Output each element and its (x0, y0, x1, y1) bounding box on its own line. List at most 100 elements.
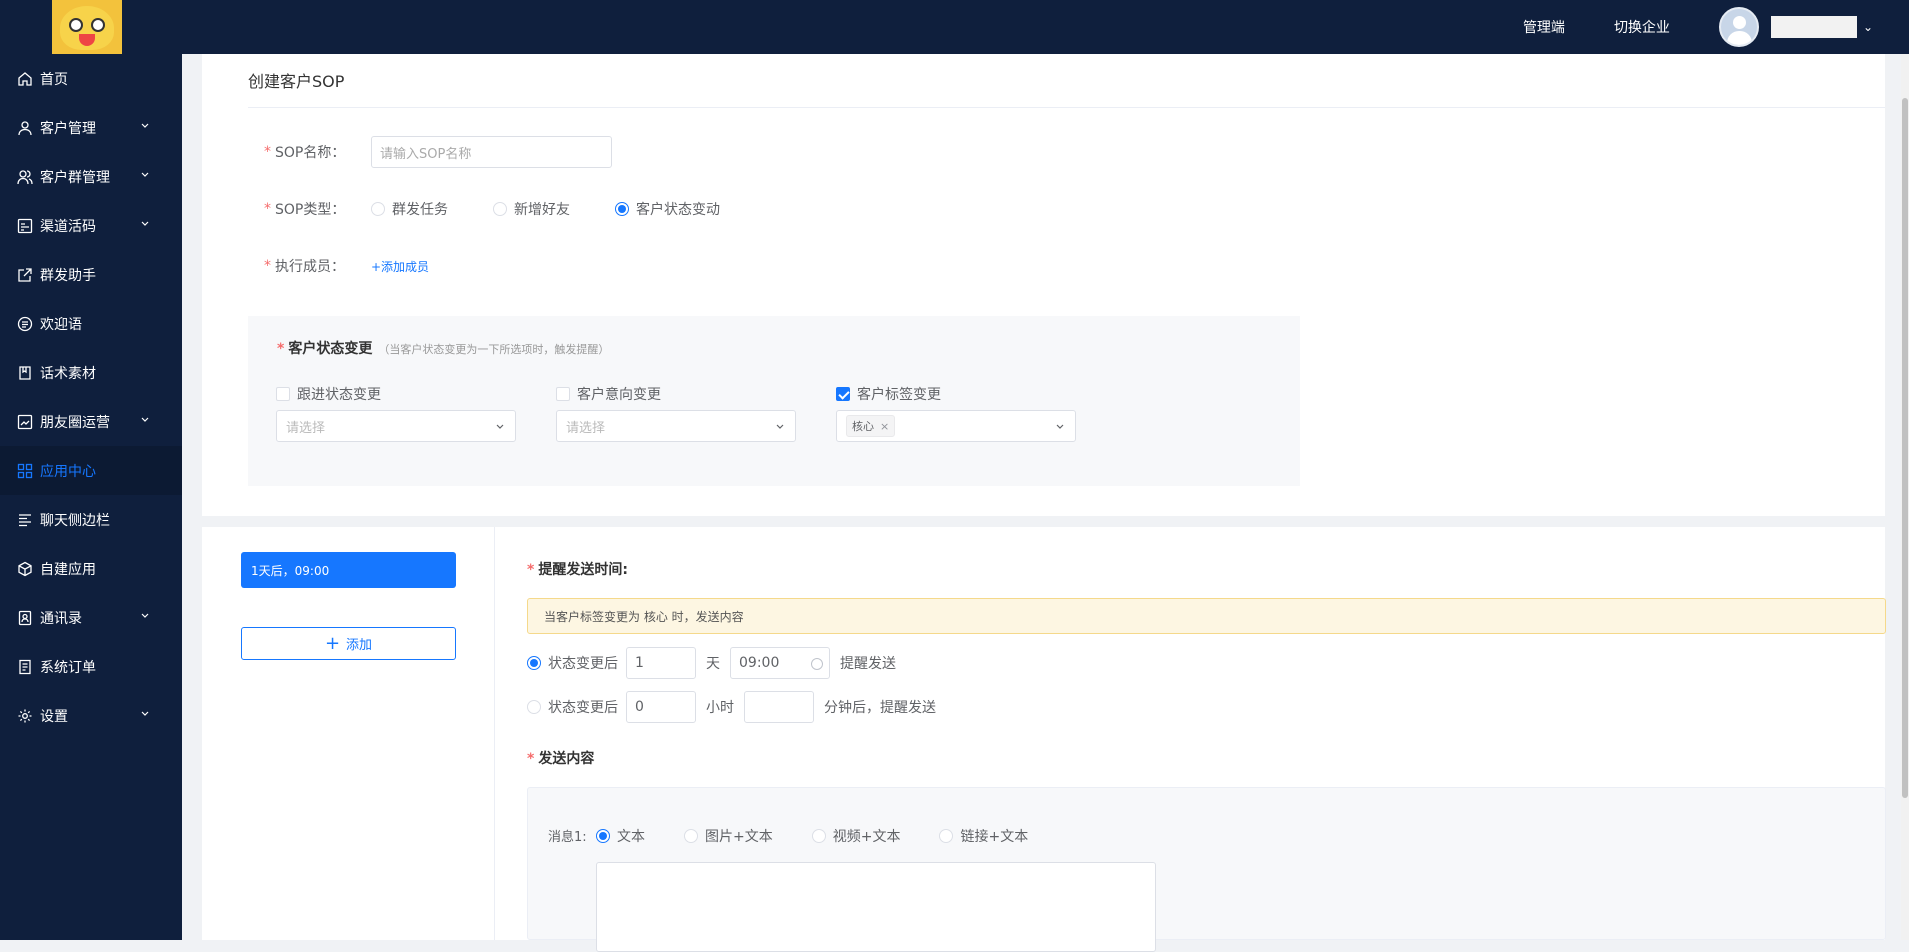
member-label: 执行成员： (275, 259, 345, 275)
cube-icon (17, 561, 33, 577)
intent-select[interactable]: 请选择 (556, 410, 796, 442)
sidebar-item-label: 通讯录 (40, 610, 82, 627)
sidebar-item-custom-apps[interactable]: 自建应用 (0, 544, 182, 593)
top-bar: 管理端 切换企业 ⌄ (0, 0, 1909, 54)
tag-change-checkbox[interactable]: 客户标签变更 (836, 384, 1076, 404)
sop-form-card: 创建客户SOP * SOP名称： 请输入SOP名称 * SOP类型： 群发任务 … (202, 54, 1885, 516)
sidebar-item-orders[interactable]: 系统订单 (0, 642, 182, 691)
page-scrollbar[interactable] (1901, 54, 1909, 940)
user-name[interactable] (1770, 16, 1857, 38)
chevron-down-icon (141, 711, 149, 716)
tag-select[interactable]: 核心 × (836, 410, 1076, 442)
hours-input[interactable]: 0 (626, 691, 696, 723)
admin-link[interactable]: 管理端 (1523, 17, 1565, 37)
sidebar-item-mass-send[interactable]: 群发助手 (0, 250, 182, 299)
follow-status-column: 跟进状态变更 请选择 (276, 384, 516, 442)
sop-type-mass-send-radio[interactable]: 群发任务 (371, 199, 448, 219)
group-icon (17, 169, 33, 185)
hour-minute-row: 状态变更后 0 小时 分钟后，提醒发送 (527, 691, 946, 723)
day-time-radio[interactable]: 状态变更后 (527, 653, 618, 673)
msg-type-video-text-radio[interactable]: 视频+文本 (811, 826, 900, 846)
sidebar-item-label: 朋友圈运营 (40, 414, 110, 431)
sop-type-row: * SOP类型： 群发任务 新增好友 客户状态变动 (264, 199, 765, 219)
schedule-list: 1天后，09:00 + 添加 (202, 527, 495, 940)
sidebar: 首页 客户管理 客户群管理 渠道活码 群发助手 欢迎语 话术素材 朋友圈运营 应… (0, 54, 182, 940)
sop-name-input[interactable]: 请输入SOP名称 (371, 136, 612, 168)
chevron-down-icon (141, 417, 149, 422)
sidebar-item-label: 自建应用 (40, 561, 96, 578)
content-label: * 发送内容 (527, 751, 595, 767)
day-time-row: 状态变更后 1 天 09:00 提醒发送 (527, 647, 906, 679)
hour-minute-radio[interactable]: 状态变更后 (527, 697, 618, 717)
contacts-icon (17, 610, 33, 626)
day-suffix: 提醒发送 (840, 656, 896, 672)
sop-type-new-friend-radio[interactable]: 新增好友 (493, 199, 570, 219)
page-title: 创建客户SOP (248, 72, 345, 91)
add-schedule-button[interactable]: + 添加 (241, 627, 456, 660)
qrcode-icon (17, 218, 33, 234)
sop-name-label: SOP名称： (275, 145, 346, 161)
sidebar-item-label: 话术素材 (40, 365, 96, 382)
close-icon[interactable]: × (880, 420, 889, 433)
follow-status-checkbox[interactable]: 跟进状态变更 (276, 384, 516, 404)
sop-type-radio-group: 群发任务 新增好友 客户状态变动 (371, 199, 765, 219)
sidebar-item-app-center[interactable]: 应用中心 (0, 446, 182, 495)
sidebar-item-chat-sidebar[interactable]: 聊天侧边栏 (0, 495, 182, 544)
sidebar-item-label: 群发助手 (40, 267, 96, 284)
message-type-radio-group: 文本 图片+文本 视频+文本 链接+文本 (596, 826, 1067, 846)
intent-checkbox[interactable]: 客户意向变更 (556, 384, 796, 404)
minutes-input[interactable] (744, 691, 814, 723)
remind-time-label: * 提醒发送时间: (527, 562, 628, 578)
moments-icon (17, 414, 33, 430)
chevron-down-icon (776, 424, 784, 429)
sidebar-item-scripts[interactable]: 话术素材 (0, 348, 182, 397)
home-icon (17, 71, 33, 87)
schedule-item[interactable]: 1天后，09:00 (241, 552, 456, 588)
sidebar-item-customers[interactable]: 客户管理 (0, 103, 182, 152)
message-label: 消息1: (548, 830, 587, 845)
chevron-down-icon[interactable]: ⌄ (1863, 20, 1873, 34)
sidebar-item-moments[interactable]: 朋友圈运营 (0, 397, 182, 446)
status-change-hint: （当客户状态变更为一下所选项时，触发提醒） (378, 343, 610, 356)
sidebar-item-label: 系统订单 (40, 659, 96, 676)
status-change-title: * 客户状态变更 （当客户状态变更为一下所选项时，触发提醒） (277, 341, 610, 357)
book-icon (17, 365, 33, 381)
clock-icon (811, 658, 823, 670)
sidebar-item-home[interactable]: 首页 (0, 54, 182, 103)
sidebar-item-settings[interactable]: 设置 (0, 691, 182, 740)
sidebar-item-label: 客户管理 (40, 120, 96, 137)
sidebar-item-label: 应用中心 (40, 463, 96, 480)
schedule-detail: * 提醒发送时间: 当客户标签变更为 核心 时，发送内容 状态变更后 1 天 09… (495, 527, 1886, 952)
time-picker[interactable]: 09:00 (730, 647, 830, 679)
sop-name-row: * SOP名称： 请输入SOP名称 (264, 136, 612, 168)
status-change-panel: * 客户状态变更 （当客户状态变更为一下所选项时，触发提醒） 跟进状态变更 请选择 … (248, 316, 1300, 486)
msg-type-image-text-radio[interactable]: 图片+文本 (684, 826, 773, 846)
add-member-link[interactable]: +添加成员 (371, 258, 429, 275)
scrollbar-thumb[interactable] (1902, 98, 1908, 798)
msg-type-text-radio[interactable]: 文本 (596, 826, 645, 846)
notice-banner: 当客户标签变更为 核心 时，发送内容 (527, 598, 1886, 634)
day-unit: 天 (706, 656, 720, 672)
msg-type-link-text-radio[interactable]: 链接+文本 (939, 826, 1028, 846)
sidebar-item-label: 聊天侧边栏 (40, 512, 110, 529)
sidebar-item-welcome[interactable]: 欢迎语 (0, 299, 182, 348)
app-logo[interactable] (52, 0, 122, 54)
days-input[interactable]: 1 (626, 647, 696, 679)
sidebar-item-label: 设置 (40, 708, 68, 725)
avatar[interactable] (1718, 7, 1759, 47)
follow-status-select[interactable]: 请选择 (276, 410, 516, 442)
sidebar-icon (17, 512, 33, 528)
switch-company-link[interactable]: 切换企业 (1614, 17, 1670, 37)
message-textarea[interactable] (596, 862, 1156, 952)
sidebar-item-contacts[interactable]: 通讯录 (0, 593, 182, 642)
sidebar-item-customer-groups[interactable]: 客户群管理 (0, 152, 182, 201)
chevron-down-icon (141, 123, 149, 128)
sop-type-status-change-radio[interactable]: 客户状态变动 (615, 199, 720, 219)
main-content: 创建客户SOP * SOP名称： 请输入SOP名称 * SOP类型： 群发任务 … (182, 54, 1909, 952)
chevron-down-icon (141, 221, 149, 226)
sidebar-item-channel-codes[interactable]: 渠道活码 (0, 201, 182, 250)
chevron-down-icon (141, 613, 149, 618)
sidebar-item-label: 首页 (40, 71, 68, 88)
sop-type-label: SOP类型： (275, 202, 346, 218)
sidebar-item-label: 渠道活码 (40, 218, 96, 235)
